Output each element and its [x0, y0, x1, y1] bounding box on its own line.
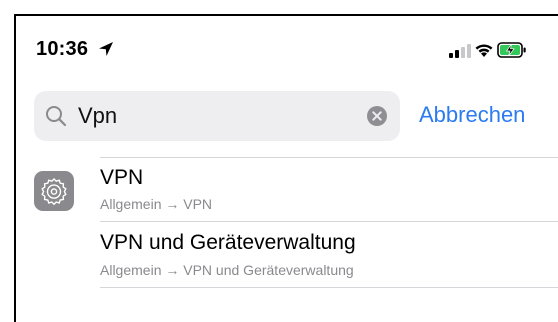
cancel-button[interactable]: Abbrechen: [419, 102, 525, 128]
result-title: VPN und Geräteverwaltung: [100, 231, 356, 254]
location-arrow-icon: [99, 42, 113, 56]
cellular-signal-icon: [449, 44, 471, 58]
divider: [100, 287, 558, 288]
battery-charging-icon: [497, 42, 526, 58]
search-icon: [46, 106, 67, 127]
wifi-icon: [475, 44, 493, 57]
divider: [100, 157, 558, 158]
divider: [100, 221, 558, 222]
settings-gear-icon: [34, 171, 74, 211]
status-time: 10:36: [36, 38, 89, 60]
search-field[interactable]: Vpn: [34, 91, 400, 141]
phone-screen: 10:36 Vpn Abbrechen VPN Allgemein → VPN …: [14, 14, 558, 322]
clear-search-icon[interactable]: [367, 106, 387, 126]
result-path: Allgemein → VPN: [100, 196, 213, 212]
search-input[interactable]: Vpn: [78, 103, 117, 129]
result-path: Allgemein → VPN und Geräteverwaltung: [100, 262, 354, 278]
result-title: VPN: [100, 166, 144, 189]
